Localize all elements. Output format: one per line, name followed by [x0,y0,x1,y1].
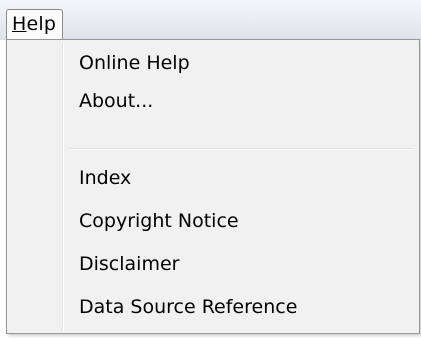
menu-item-label: Disclaimer [79,253,180,275]
menu-item-data-source-reference[interactable]: Data Source Reference [11,288,415,326]
screen: Help Online Help About... Index Copyrigh… [0,0,421,339]
menu-bar: Help [0,0,421,40]
menu-item-online-help[interactable]: Online Help [11,44,415,82]
menu-item-label: Index [79,167,132,189]
help-dropdown-menu: Online Help About... Index Copyright Not… [6,39,420,334]
menu-item-label: Data Source Reference [79,296,298,318]
menu-item-label: About... [79,90,154,112]
menu-item-label: Copyright Notice [79,210,239,232]
menu-item-label: Online Help [79,52,190,74]
help-menu-title[interactable]: Help [6,9,64,39]
menu-separator [69,148,413,150]
menu-item-about[interactable]: About... [11,82,415,120]
help-menu-title-rest: elp [26,13,57,35]
help-accelerator-key: H [12,13,27,35]
menu-item-disclaimer[interactable]: Disclaimer [11,245,415,283]
menu-item-index[interactable]: Index [11,159,415,197]
menu-item-copyright-notice[interactable]: Copyright Notice [11,202,415,240]
